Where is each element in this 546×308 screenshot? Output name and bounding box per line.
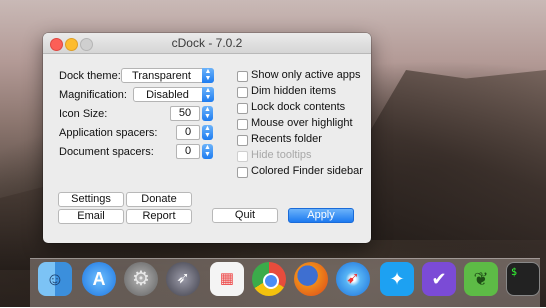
twitter-icon[interactable]: ✦ xyxy=(380,262,414,296)
doc-spacers-stepper[interactable]: ▲ ▼ xyxy=(202,144,213,159)
app-spacers-field[interactable]: 0 xyxy=(176,125,200,140)
email-button[interactable]: Email xyxy=(58,209,124,224)
checkbox-hide-tooltips xyxy=(237,151,248,162)
option-label: Hide tooltips xyxy=(251,149,312,161)
popup-arrows-icon: ▲ ▼ xyxy=(202,87,214,102)
title-bar[interactable]: cDock - 7.0.2 xyxy=(43,33,371,54)
icon-size-label: Icon Size: xyxy=(59,108,108,120)
option-label: Recents folder xyxy=(251,133,322,145)
option-label: Colored Finder sidebar xyxy=(251,165,363,177)
dock-theme-popup[interactable]: Transparent ▲ ▼ xyxy=(121,68,214,83)
launchpad-icon[interactable]: ➶ xyxy=(166,262,200,296)
checkbox-recents-folder[interactable] xyxy=(237,135,248,146)
checkbox-mouse-over-highlight[interactable] xyxy=(237,119,248,130)
option-label: Show only active apps xyxy=(251,69,361,81)
checkbox-colored-finder-sidebar[interactable] xyxy=(237,167,248,178)
omnifocus-icon[interactable]: ✔ xyxy=(422,262,456,296)
checkbox-show-only-active-apps[interactable] xyxy=(237,71,248,82)
app-grid-icon[interactable]: ▦ xyxy=(210,262,244,296)
icon-size-field[interactable]: 50 xyxy=(170,106,200,121)
magnification-label: Magnification: xyxy=(59,89,127,101)
terminal-prompt: $ xyxy=(511,267,518,278)
magnification-popup[interactable]: Disabled ▲ ▼ xyxy=(133,87,214,102)
dock-theme-label: Dock theme: xyxy=(59,70,121,82)
window-title: cDock - 7.0.2 xyxy=(171,36,243,50)
apply-button[interactable]: Apply xyxy=(288,208,354,223)
firefox-icon[interactable] xyxy=(294,262,328,296)
icon-size-stepper[interactable]: ▲ ▼ xyxy=(202,106,213,121)
donate-button[interactable]: Donate xyxy=(126,192,192,207)
option-label: Dim hidden items xyxy=(251,85,336,97)
magnification-value: Disabled xyxy=(146,89,189,101)
popup-arrows-icon: ▲ ▼ xyxy=(202,68,214,83)
system-preferences-icon[interactable]: ⚙ xyxy=(124,262,158,296)
doc-spacers-field[interactable]: 0 xyxy=(176,144,200,159)
dock-theme-value: Transparent xyxy=(132,70,191,82)
terminal-icon[interactable]: $ xyxy=(506,262,540,296)
option-label: Lock dock contents xyxy=(251,101,346,113)
report-button[interactable]: Report xyxy=(126,209,192,224)
app-store-icon[interactable]: A xyxy=(82,262,116,296)
app-spacers-stepper[interactable]: ▲ ▼ xyxy=(202,125,213,140)
safari-icon[interactable]: ➹ xyxy=(336,262,370,296)
quit-button[interactable]: Quit xyxy=(212,208,278,223)
checkbox-dim-hidden-items[interactable] xyxy=(237,87,248,98)
app-spacers-label: Application spacers: xyxy=(59,127,158,139)
cdock-window: cDock - 7.0.2 Dock theme: Transparent ▲ ▼… xyxy=(43,33,371,243)
settings-button[interactable]: Settings xyxy=(58,192,124,207)
chrome-icon[interactable] xyxy=(252,262,286,296)
finder-icon[interactable]: ☺ xyxy=(38,262,72,296)
evernote-icon[interactable]: ❦ xyxy=(464,262,498,296)
doc-spacers-label: Document spacers: xyxy=(59,146,154,158)
option-label: Mouse over highlight xyxy=(251,117,353,129)
checkbox-lock-dock-contents[interactable] xyxy=(237,103,248,114)
